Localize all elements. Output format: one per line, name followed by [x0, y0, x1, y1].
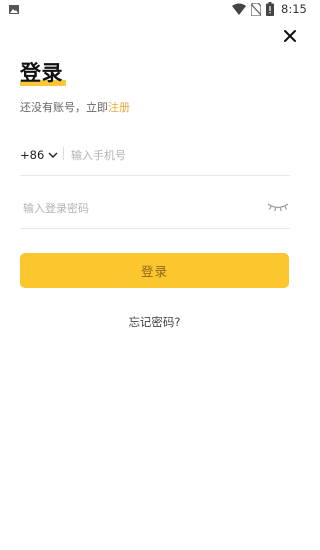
- country-code-select[interactable]: +86: [20, 148, 58, 162]
- chevron-down-icon: [48, 152, 58, 158]
- eye-closed-icon[interactable]: [267, 202, 289, 212]
- forgot-password-link[interactable]: 忘记密码?: [0, 314, 309, 330]
- wifi-icon: [232, 3, 246, 15]
- phone-field-row: +86: [20, 139, 290, 176]
- password-field-row: [20, 192, 290, 229]
- close-icon[interactable]: [282, 28, 298, 44]
- status-bar: 8:15: [0, 0, 309, 20]
- phone-input[interactable]: [71, 143, 281, 167]
- password-input[interactable]: [23, 196, 243, 220]
- page-title-block: 登录: [20, 58, 66, 92]
- divider: [63, 147, 64, 160]
- register-prompt-text: 还没有账号，立即: [20, 101, 108, 114]
- register-prompt: 还没有账号，立即注册: [20, 99, 130, 115]
- register-link[interactable]: 注册: [108, 101, 130, 114]
- login-button[interactable]: 登录: [20, 253, 289, 288]
- battery-icon: [266, 2, 274, 16]
- image-icon: [9, 5, 19, 14]
- country-code-label: +86: [20, 148, 45, 162]
- no-sim-icon: [251, 3, 261, 16]
- status-time: 8:15: [281, 2, 307, 16]
- page-title: 登录: [20, 61, 63, 85]
